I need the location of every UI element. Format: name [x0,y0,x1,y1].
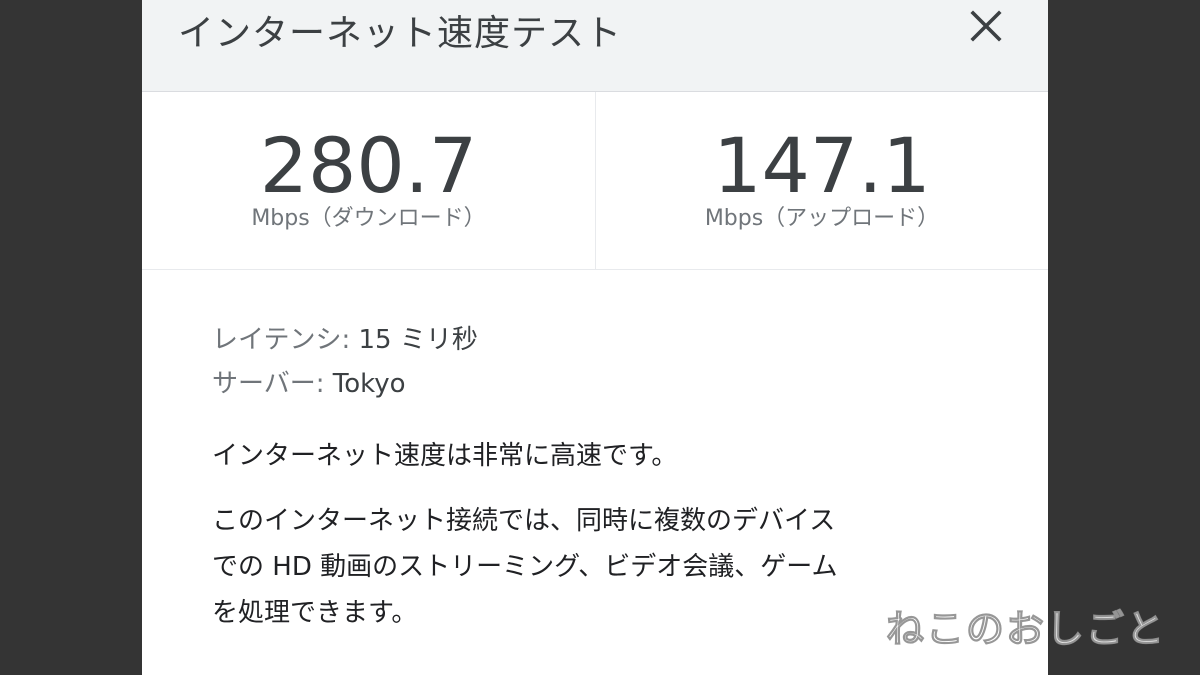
speed-test-dialog: インターネット速度テスト 280.7 Mbps（ダウンロード） 147.1 Mb… [142,0,1048,675]
server-row: サーバー: Tokyo [212,362,1012,406]
upload-result: 147.1 Mbps（アップロード） [595,92,1048,269]
description-line: このインターネット接続では、同時に複数のデバイス [212,506,836,536]
download-speed-unit: Mbps（ダウンロード） [251,206,486,231]
close-button[interactable] [966,6,1006,46]
server-value: Tokyo [332,369,406,399]
upload-speed-unit: Mbps（アップロード） [704,206,940,231]
result-details: レイテンシ: 15 ミリ秒 サーバー: Tokyo インターネット速度は非常に高… [212,318,1012,636]
latency-row: レイテンシ: 15 ミリ秒 [212,318,1012,362]
latency-label: レイテンシ: [212,325,351,355]
server-label: サーバー: [212,369,325,399]
speed-summary: インターネット速度は非常に高速です。 [212,441,678,471]
download-result: 280.7 Mbps（ダウンロード） [142,92,595,269]
dialog-title: インターネット速度テスト [178,13,623,54]
close-icon [970,10,1002,42]
watermark-logo: ねこのおしごと [885,607,1167,652]
latency-value: 15 ミリ秒 [358,325,478,355]
speed-results: 280.7 Mbps（ダウンロード） 147.1 Mbps（アップロード） [142,92,1048,270]
screen: インターネット速度テスト 280.7 Mbps（ダウンロード） 147.1 Mb… [0,0,1200,675]
upload-speed-value: 147.1 [713,121,931,210]
description-line: での HD 動画のストリーミング、ビデオ会議、ゲーム [212,552,838,582]
download-speed-value: 280.7 [259,121,478,210]
dialog-header: インターネット速度テスト [142,0,1048,92]
